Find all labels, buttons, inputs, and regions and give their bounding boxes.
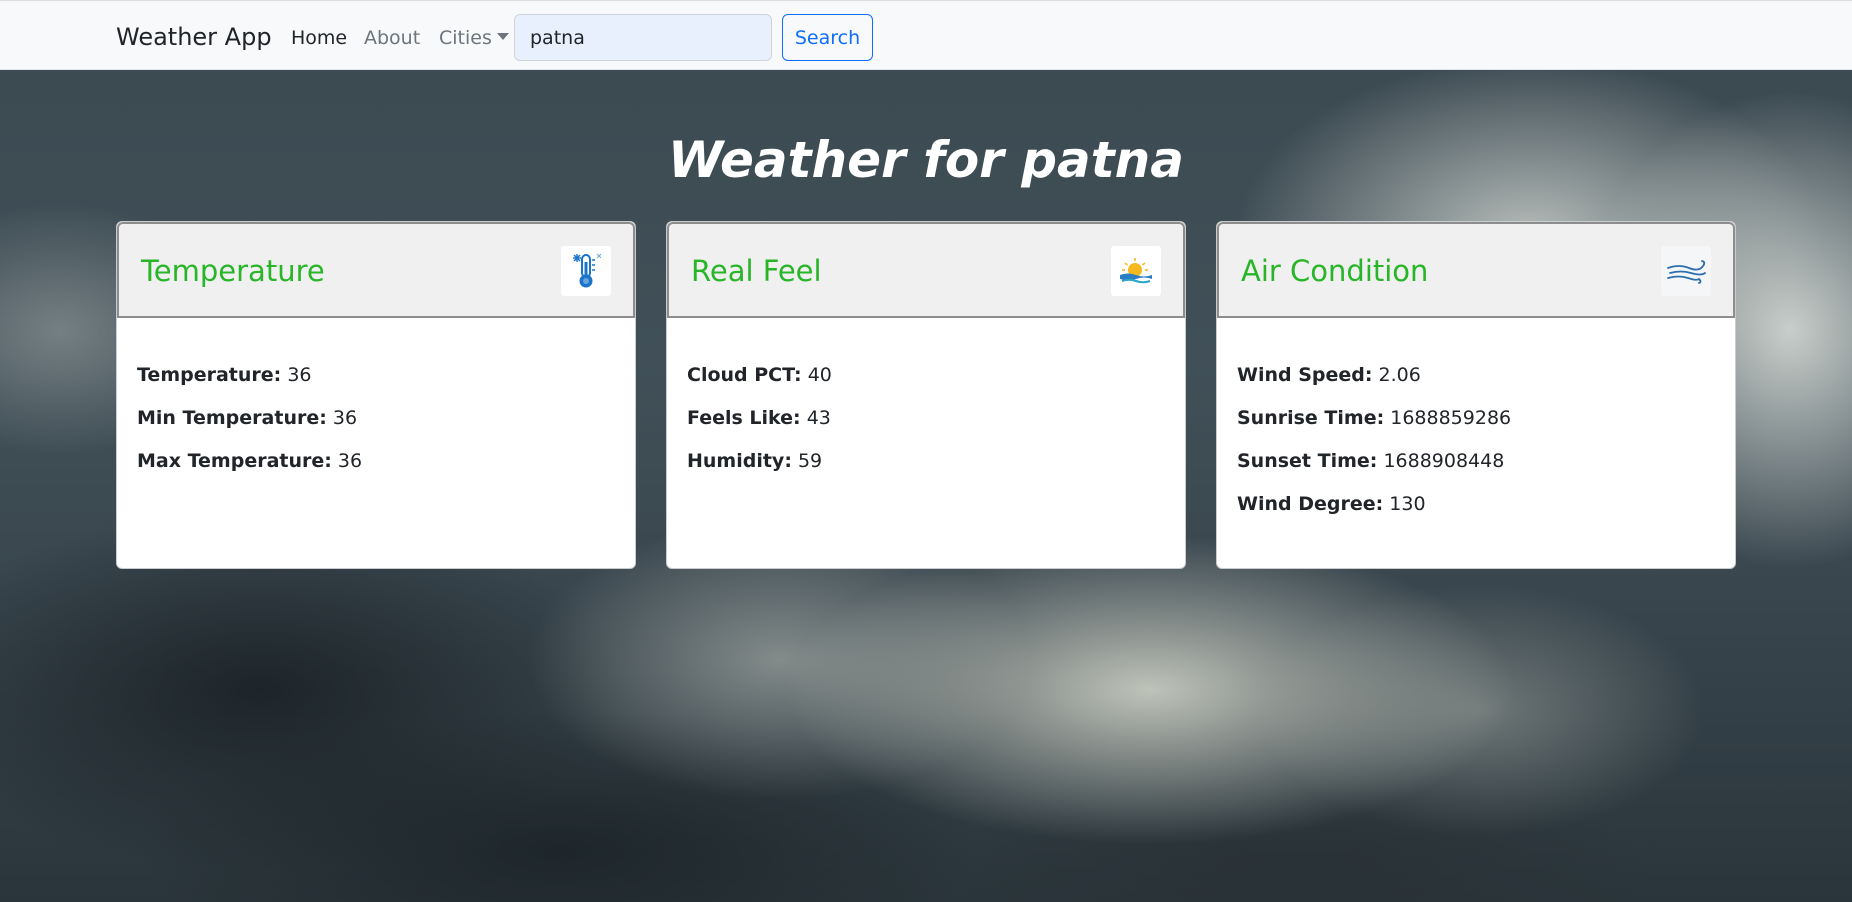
row-value: 1688908448 <box>1383 450 1505 472</box>
row-value: 2.06 <box>1378 364 1421 386</box>
brand-link[interactable]: Weather App <box>116 21 272 53</box>
cloud-pct-row: Cloud PCT: 40 <box>687 362 832 405</box>
card-body: Wind Speed: 2.06 Sunrise Time: 168885928… <box>1237 362 1511 534</box>
card-body: Cloud PCT: 40 Feels Like: 43 Humidity: 5… <box>687 362 832 491</box>
row-value: 59 <box>797 450 823 472</box>
row-label: Humidity: <box>687 450 792 472</box>
row-label: Sunrise Time: <box>1237 407 1385 429</box>
nav-cities-dropdown[interactable]: Cities <box>439 25 509 51</box>
row-label: Sunset Time: <box>1237 450 1378 472</box>
feels-like-row: Feels Like: 43 <box>687 405 832 448</box>
row-value: 36 <box>337 450 363 472</box>
card-header: Temperature <box>117 222 635 318</box>
row-label: Wind Speed: <box>1237 364 1373 386</box>
row-label: Max Temperature: <box>137 450 332 472</box>
card-title: Temperature <box>141 254 325 288</box>
row-value: 36 <box>287 364 312 386</box>
temperature-card: Temperature Temperature: 36 Min Temperat… <box>116 221 636 569</box>
row-label: Wind Degree: <box>1237 493 1384 515</box>
card-header: Real Feel <box>667 222 1185 318</box>
wind-degree-row: Wind Degree: 130 <box>1237 491 1511 534</box>
min-temperature-row: Min Temperature: 36 <box>137 405 362 448</box>
sun-over-water-icon <box>1111 246 1161 296</box>
temperature-row: Temperature: 36 <box>137 362 362 405</box>
nav-cities-label: Cities <box>439 27 492 49</box>
card-title: Real Feel <box>691 254 822 288</box>
card-title: Air Condition <box>1241 254 1429 288</box>
search-input[interactable] <box>514 14 772 61</box>
row-value: 130 <box>1389 493 1426 515</box>
row-value: 43 <box>806 407 831 429</box>
card-header: Air Condition <box>1217 222 1735 318</box>
air-condition-card: Air Condition Wind Speed: 2.06 Sunrise T… <box>1216 221 1736 569</box>
sunrise-time-row: Sunrise Time: 1688859286 <box>1237 405 1511 448</box>
card-body: Temperature: 36 Min Temperature: 36 Max … <box>137 362 362 491</box>
max-temperature-row: Max Temperature: 36 <box>137 448 362 491</box>
nav-home-link[interactable]: Home <box>291 25 347 51</box>
chevron-down-icon <box>496 33 509 40</box>
row-value: 36 <box>332 407 358 429</box>
navbar: Weather App Home About Cities Search <box>0 0 1852 70</box>
row-value: 1688859286 <box>1390 407 1512 429</box>
thermometer-icon <box>561 246 611 296</box>
humidity-row: Humidity: 59 <box>687 448 832 491</box>
row-label: Cloud PCT: <box>687 364 802 386</box>
search-button[interactable]: Search <box>782 14 873 61</box>
row-value: 40 <box>807 364 832 386</box>
row-label: Feels Like: <box>687 407 801 429</box>
nav-about-link[interactable]: About <box>364 25 420 51</box>
sunset-time-row: Sunset Time: 1688908448 <box>1237 448 1511 491</box>
row-label: Min Temperature: <box>137 407 327 429</box>
page-title: Weather for patna <box>667 131 1184 189</box>
wind-speed-row: Wind Speed: 2.06 <box>1237 362 1511 405</box>
wind-icon <box>1661 246 1711 296</box>
row-label: Temperature: <box>137 364 282 386</box>
real-feel-card: Real Feel Cloud PCT: 40 Feels Like: 43 H… <box>666 221 1186 569</box>
